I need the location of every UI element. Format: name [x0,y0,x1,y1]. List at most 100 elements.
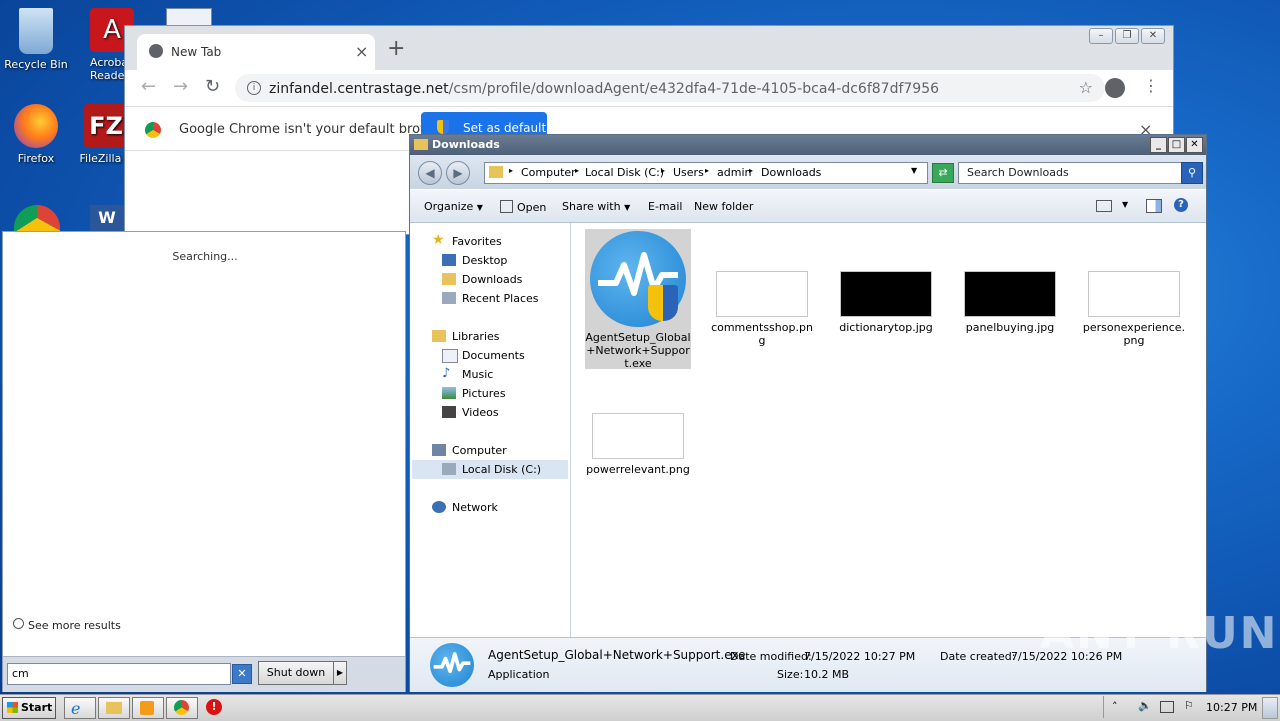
agent-app-small-icon [430,643,474,687]
details-size-value: 10.2 MB [804,668,850,681]
desktop-icon-firefox[interactable]: Firefox [0,104,74,165]
bookmark-star-icon[interactable]: ☆ [1079,78,1093,97]
globe-icon [149,44,163,58]
breadcrumb-local-disk[interactable]: Local Disk (C:) [585,166,664,179]
command-bar: Organize ▼ Open Share with ▼ E-mail New … [410,190,1206,223]
file-item-panelbuying[interactable]: panelbuying.jpg [957,271,1063,334]
view-dropdown-icon[interactable]: ▼ [1122,200,1128,209]
file-item-personexperience[interactable]: personexperience.png [1081,271,1187,347]
minimize-button[interactable]: _ [1150,137,1167,153]
address-dropdown-icon[interactable]: ▼ [911,166,917,175]
file-item-dictionarytop[interactable]: dictionarytop.jpg [833,271,939,334]
search-downloads-input[interactable]: Search Downloads [958,162,1182,184]
forward-button[interactable]: → [173,76,188,97]
start-search-value: cm [12,667,29,680]
tab-title: New Tab [171,45,222,59]
file-name: personexperience.png [1082,321,1186,347]
breadcrumb-users[interactable]: Users [673,166,704,179]
file-item-powerrelevant[interactable]: powerrelevant.png [585,413,691,476]
minimize-button[interactable]: – [1089,28,1113,44]
file-name: AgentSetup_Global+Network+Support.exe [585,331,691,370]
file-name: panelbuying.jpg [965,321,1055,334]
breadcrumb-downloads[interactable]: Downloads [761,166,821,179]
file-name: commentsshop.png [711,321,813,347]
back-button[interactable]: ← [141,76,156,97]
forward-button[interactable]: ▶ [446,161,470,185]
new-folder-button[interactable]: New folder [694,200,753,213]
close-window-button[interactable]: ✕ [1186,137,1203,153]
nav-label: Local Disk (C:) [462,463,542,476]
email-button[interactable]: E-mail [648,200,683,213]
see-more-results-link[interactable]: See more results [13,618,121,632]
star-icon: ★ [432,232,445,248]
back-button[interactable]: ◀ [418,161,442,185]
taskbar-chrome[interactable] [166,697,198,719]
close-window-button[interactable]: ✕ [1141,28,1165,44]
refresh-icon[interactable]: ⇄ [932,163,954,183]
clock[interactable]: 10:27 PM [1206,701,1257,714]
organize-menu[interactable]: Organize ▼ [424,200,483,213]
start-search-input[interactable]: cm [7,663,231,685]
stop-icon[interactable]: ! [206,699,222,715]
clear-search-icon[interactable]: ✕ [232,664,252,684]
taskbar-ie[interactable]: e [64,697,96,719]
breadcrumb-computer[interactable]: Computer [521,166,576,179]
close-tab-icon[interactable]: × [355,42,368,61]
magnifier-icon [13,618,24,629]
nav-label: Downloads [462,273,523,286]
shield-icon [437,120,449,134]
info-icon[interactable]: i [247,81,261,95]
details-modified-label: Date modified: [730,650,812,663]
share-with-label: Share with [562,200,621,213]
taskbar-explorer[interactable] [98,697,130,719]
pictures-icon [442,387,456,399]
image-thumbnail [840,271,932,317]
shutdown-options-arrow[interactable]: ▶ [333,661,347,685]
start-button[interactable]: Start [2,697,56,719]
nav-label: Recent Places [462,292,539,305]
share-with-menu[interactable]: Share with ▼ [562,200,630,213]
volume-icon[interactable]: 🔈 [1138,699,1152,712]
profile-icon[interactable] [1105,78,1125,98]
restore-button[interactable]: ❐ [1115,28,1139,44]
navigation-pane: ★ Favorites Desktop Downloads Recent Plac… [410,223,571,637]
file-item-exe[interactable]: AgentSetup_Global+Network+Support.exe [585,229,691,370]
action-center-icon[interactable]: ⚐ [1184,699,1194,712]
image-thumbnail [1088,271,1180,317]
details-type: Application [488,668,550,681]
breadcrumb-admin[interactable]: admin [717,166,751,179]
breadcrumb-bar[interactable]: ▸ Computer ▸ Local Disk (C:) ▸ Users ▸ a… [484,162,928,184]
show-hidden-icons[interactable]: ˄ [1112,700,1118,713]
show-desktop-button[interactable] [1262,697,1278,719]
chrome-toolbar: ← → ↻ i zinfandel.centrastage.net/csm/pr… [125,70,1173,107]
preview-pane-icon[interactable] [1146,199,1162,213]
menu-kebab-icon[interactable]: ⋮ [1143,76,1159,95]
breadcrumb-sep: ▸ [705,166,710,175]
help-icon[interactable]: ? [1174,198,1188,212]
open-button[interactable]: Open [500,200,546,214]
chrome-desktop-icon[interactable] [14,205,60,231]
nav-label: Pictures [462,387,506,400]
shutdown-button[interactable]: Shut down [258,661,334,685]
firefox-icon [14,104,58,148]
tab-new-tab[interactable]: New Tab × [137,34,375,70]
nav-label: Desktop [462,254,508,267]
ie-icon: e [71,699,81,718]
nav-label: Documents [462,349,525,362]
open-icon [500,200,513,213]
taskbar-media-player[interactable] [132,697,164,719]
network-icon [432,501,446,513]
desktop-icon-recycle-bin[interactable]: Recycle Bin [0,8,74,71]
address-bar[interactable]: i zinfandel.centrastage.net/csm/profile/… [235,74,1105,102]
search-icon[interactable]: ⚲ [1181,162,1203,184]
word-desktop-icon[interactable]: W [90,205,124,231]
file-item-commentsshop[interactable]: commentsshop.png [709,271,815,347]
view-options-icon[interactable] [1096,200,1112,212]
computer-icon [432,444,446,456]
maximize-button[interactable]: □ [1168,137,1185,153]
network-tray-icon[interactable] [1160,701,1174,713]
breadcrumb-sep: ▸ [509,166,514,175]
new-tab-button[interactable]: + [387,36,405,61]
filezilla-icon: FZ [84,104,128,148]
reload-button[interactable]: ↻ [205,76,220,97]
